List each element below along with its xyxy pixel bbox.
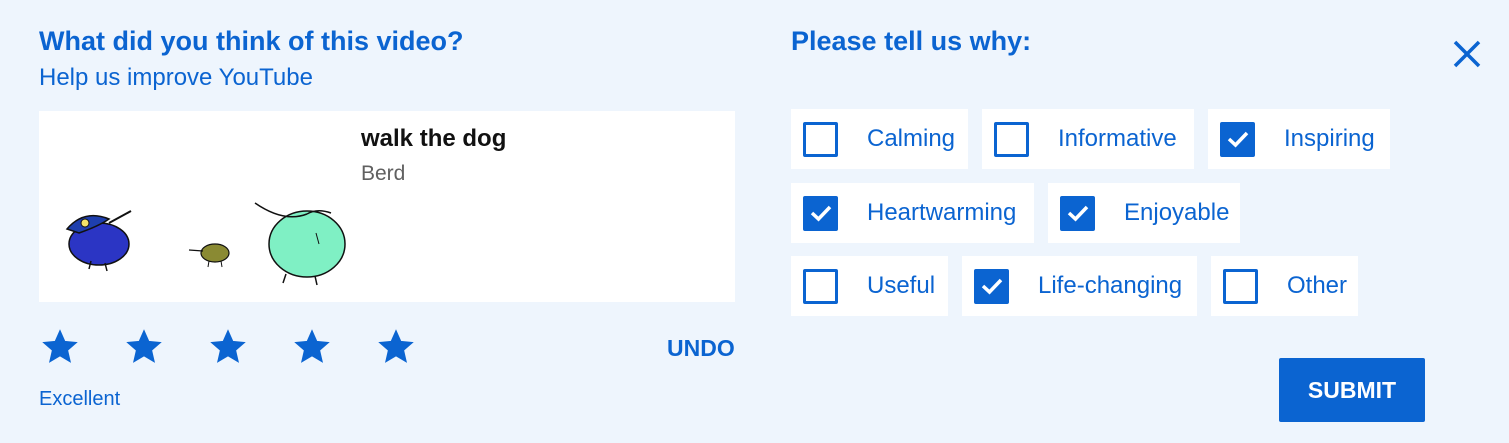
- green-bird-drawing: [254, 202, 346, 286]
- reason-option-label: Informative: [1058, 125, 1177, 152]
- reason-option-label: Useful: [867, 272, 936, 299]
- checkbox[interactable]: [803, 121, 838, 157]
- star-icon[interactable]: [377, 328, 415, 366]
- reason-option-label: Life-changing: [1038, 272, 1183, 299]
- checkmark-icon: [810, 205, 831, 222]
- reason-option-other[interactable]: Other: [1211, 256, 1358, 316]
- star-icon[interactable]: [209, 328, 247, 366]
- reason-option-calming[interactable]: Calming: [791, 109, 968, 169]
- star-icon[interactable]: [41, 328, 79, 366]
- small-dog-drawing: [188, 243, 230, 268]
- video-thumbnail: [65, 202, 346, 286]
- rating-label: Excellent: [39, 388, 121, 410]
- blue-bird-drawing: [65, 210, 132, 272]
- reason-option-label: Calming: [867, 125, 956, 152]
- checkmark-icon: [1227, 131, 1248, 148]
- reasons-title: Please tell us why:: [791, 26, 1032, 56]
- checkbox[interactable]: [803, 195, 838, 231]
- checkmark-icon: [1067, 205, 1088, 222]
- star-icon[interactable]: [293, 328, 331, 366]
- video-card: walk the dog Berd: [39, 111, 735, 302]
- checkbox[interactable]: [1220, 121, 1255, 157]
- checkbox[interactable]: [1060, 195, 1095, 231]
- close-icon[interactable]: [1449, 36, 1485, 72]
- checkmark-icon: [981, 278, 1002, 295]
- survey-question-title: What did you think of this video?: [39, 26, 464, 56]
- reason-option-useful[interactable]: Useful: [791, 256, 948, 316]
- checkbox[interactable]: [1223, 268, 1258, 304]
- reason-option-enjoyable[interactable]: Enjoyable: [1048, 183, 1240, 243]
- video-channel: Berd: [361, 162, 406, 185]
- checkbox[interactable]: [974, 268, 1009, 304]
- reason-option-label: Other: [1287, 272, 1348, 299]
- reason-option-heartwarming[interactable]: Heartwarming: [791, 183, 1034, 243]
- star-icon[interactable]: [125, 328, 163, 366]
- checkbox[interactable]: [994, 121, 1029, 157]
- reason-option-life-changing[interactable]: Life-changing: [962, 256, 1197, 316]
- reason-option-informative[interactable]: Informative: [982, 109, 1194, 169]
- submit-button[interactable]: SUBMIT: [1279, 358, 1425, 422]
- undo-button[interactable]: UNDO: [667, 335, 735, 362]
- reason-option-label: Enjoyable: [1124, 199, 1230, 226]
- reason-option-label: Heartwarming: [867, 199, 1017, 226]
- reason-option-inspiring[interactable]: Inspiring: [1208, 109, 1390, 169]
- video-title: walk the dog: [361, 125, 507, 152]
- survey-question-subtitle: Help us improve YouTube: [39, 64, 313, 91]
- checkbox[interactable]: [803, 268, 838, 304]
- reason-option-label: Inspiring: [1284, 125, 1375, 152]
